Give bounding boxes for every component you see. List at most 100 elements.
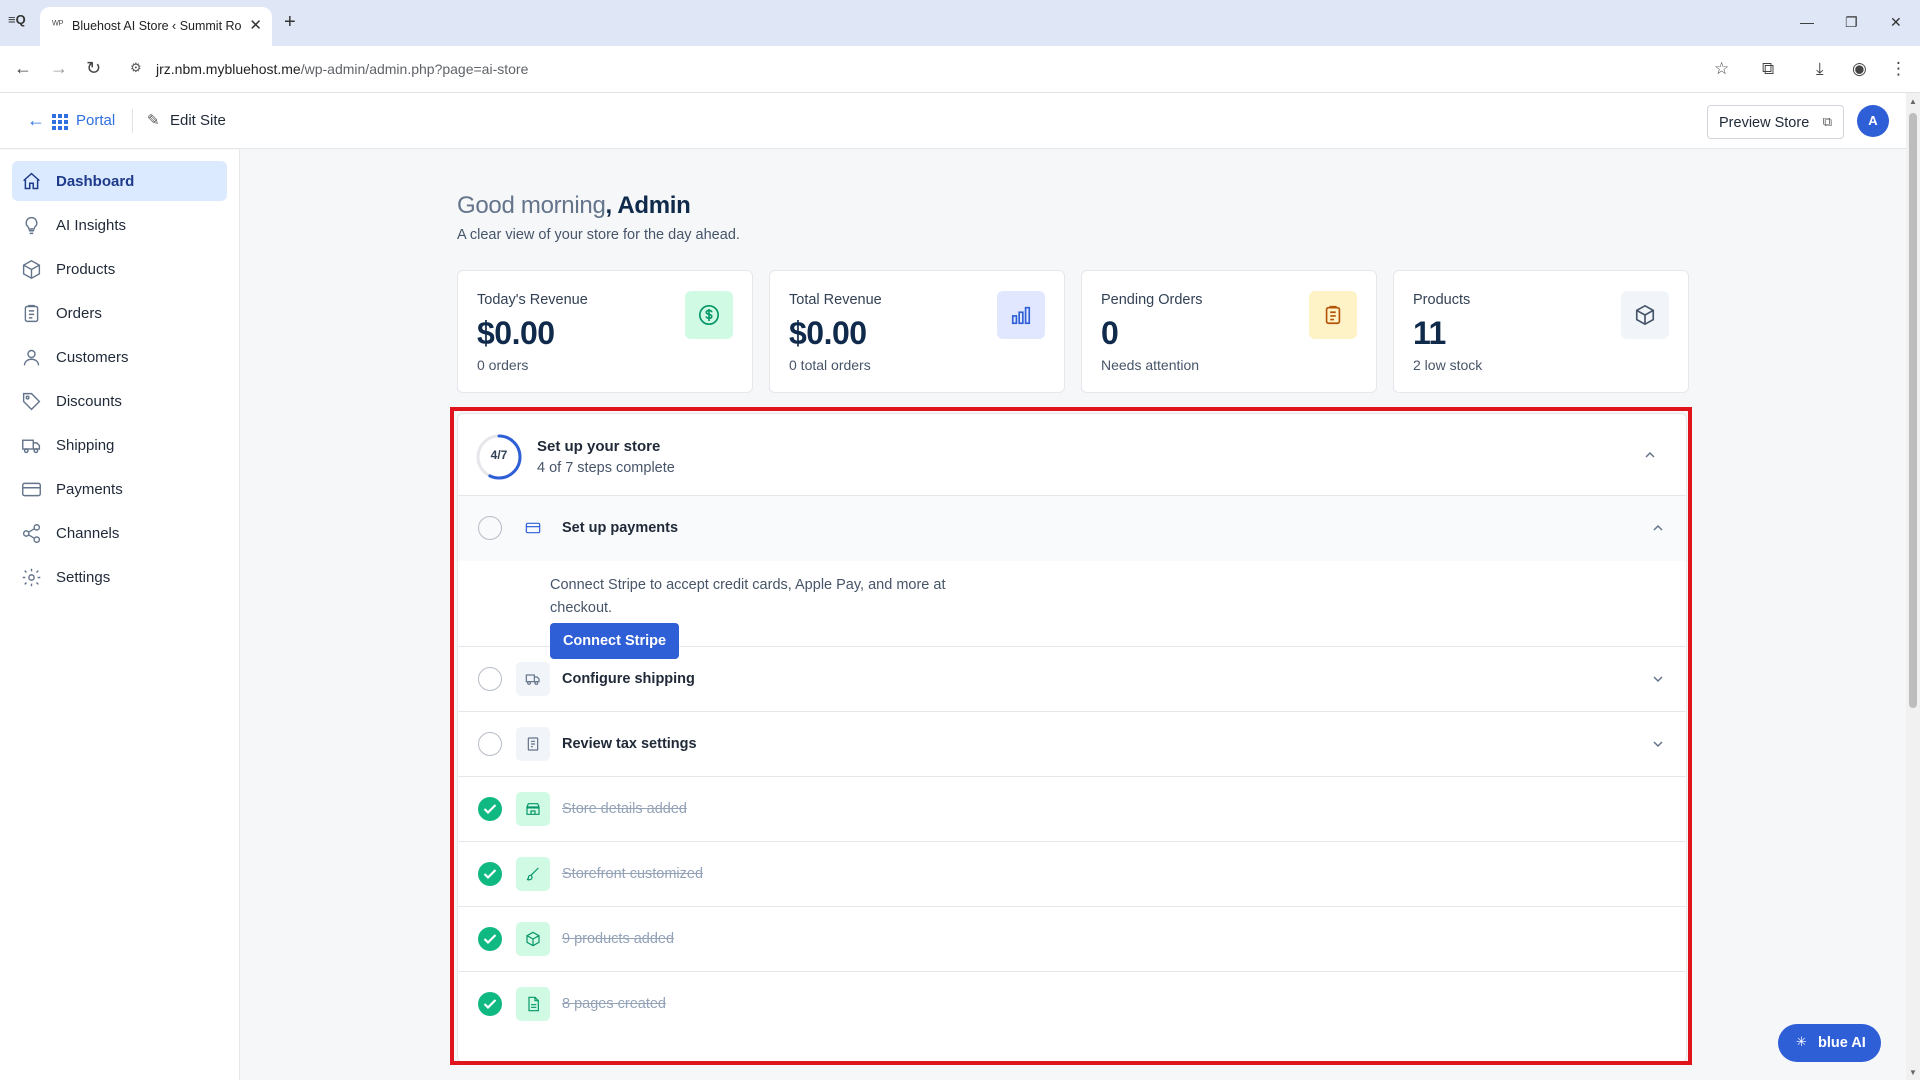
restore-icon[interactable]: ❐: [1845, 14, 1858, 31]
stat-label: Total Revenue: [789, 292, 882, 308]
user-icon: [23, 349, 40, 366]
scroll-thumb[interactable]: [1909, 113, 1917, 708]
sidebar-item-products[interactable]: Products: [12, 249, 227, 289]
box-icon: [1621, 291, 1669, 339]
new-tab-icon[interactable]: +: [284, 12, 296, 32]
browser-tab[interactable]: ᵂᴾ Bluehost AI Store ‹ Summit Road ✕: [40, 7, 272, 46]
sidebar-item-label: Customers: [56, 349, 129, 366]
sidebar-item-label: Discounts: [56, 393, 122, 410]
sidebar-item-orders[interactable]: Orders: [12, 293, 227, 333]
scroll-down-icon[interactable]: ▼: [1909, 1068, 1917, 1077]
blue-ai-button[interactable]: ✳ blue AI: [1778, 1024, 1881, 1062]
url-field[interactable]: jrz.nbm.mybluehost.me/wp-admin/admin.php…: [156, 61, 528, 77]
pencil-icon: ✎: [147, 112, 160, 129]
document-icon: [516, 987, 550, 1021]
sidebar-item-ai-insights[interactable]: AI Insights: [12, 205, 227, 245]
reload-icon[interactable]: ↻: [86, 58, 101, 78]
sidebar-item-channels[interactable]: Channels: [12, 513, 227, 553]
stat-card-todays-revenue: Today's Revenue $0.00 0 orders: [457, 270, 753, 393]
chevron-down-icon[interactable]: [1650, 671, 1666, 687]
check-icon[interactable]: [478, 797, 502, 821]
step-set-up-payments[interactable]: Set up payments: [458, 496, 1686, 561]
tab-search-icon[interactable]: ≡Q: [8, 12, 32, 34]
sidebar-item-payments[interactable]: Payments: [12, 469, 227, 509]
stat-sub: 0 total orders: [789, 357, 871, 373]
tab-close-icon[interactable]: ✕: [249, 16, 262, 34]
edit-site-link[interactable]: Edit Site: [170, 112, 226, 129]
bookmark-star-icon[interactable]: ☆: [1714, 59, 1729, 79]
check-icon[interactable]: [478, 927, 502, 951]
stat-label: Today's Revenue: [477, 292, 588, 308]
step-storefront-customized[interactable]: Storefront customized: [458, 842, 1686, 907]
header-divider: [132, 109, 133, 133]
forward-icon[interactable]: →: [50, 58, 68, 78]
stat-label: Products: [1413, 292, 1471, 308]
step-description: Connect Stripe to accept credit cards, A…: [550, 577, 946, 616]
admin-header: ← Portal ✎ Edit Site Preview Store ⧉ A: [0, 93, 1920, 149]
sidebar-item-dashboard[interactable]: Dashboard: [12, 161, 227, 201]
step-label: Set up payments: [562, 520, 679, 536]
sidebar-item-discounts[interactable]: Discounts: [12, 381, 227, 421]
preview-store-button[interactable]: Preview Store ⧉: [1707, 105, 1844, 139]
minimize-icon[interactable]: —: [1800, 14, 1814, 30]
sidebar-item-customers[interactable]: Customers: [12, 337, 227, 377]
progress-count: 4/7: [490, 448, 508, 462]
step-status-circle[interactable]: [478, 516, 502, 540]
check-icon[interactable]: [478, 862, 502, 886]
url-path: /wp-admin/admin.php?page=ai-store: [300, 61, 529, 77]
window-close-icon[interactable]: ✕: [1890, 14, 1902, 31]
stat-sub: Needs attention: [1101, 357, 1200, 373]
step-store-details-added[interactable]: Store details added: [458, 777, 1686, 842]
avatar[interactable]: A: [1857, 105, 1889, 137]
step-pages-created[interactable]: 8 pages created: [458, 972, 1686, 1037]
step-label: Storefront customized: [562, 866, 704, 882]
profile-icon[interactable]: ◉: [1852, 59, 1867, 79]
step-review-tax-settings[interactable]: Review tax settings: [458, 712, 1686, 777]
portal-grid-icon[interactable]: [52, 114, 68, 130]
step-status-circle[interactable]: [478, 732, 502, 756]
chevron-up-icon[interactable]: [1650, 520, 1666, 536]
stat-value: 0: [1101, 315, 1119, 351]
store-icon: [516, 792, 550, 826]
stat-card-total-revenue: Total Revenue $0.00 0 total orders: [769, 270, 1065, 393]
step-products-added[interactable]: 9 products added: [458, 907, 1686, 972]
chevron-up-icon[interactable]: [1642, 447, 1658, 463]
portal-link[interactable]: Portal: [76, 112, 115, 129]
tag-icon: [22, 392, 41, 411]
page-scrollbar[interactable]: ▲ ▼: [1906, 93, 1920, 1080]
setup-header[interactable]: 4/7 Set up your store 4 of 7 steps compl…: [458, 414, 1686, 496]
sidebar-item-shipping[interactable]: Shipping: [12, 425, 227, 465]
sidebar: Dashboard AI Insights Products Orders Cu…: [0, 150, 240, 1080]
bar-chart-icon: [997, 291, 1045, 339]
sparkle-icon: ✳: [1796, 1034, 1807, 1049]
step-status-circle[interactable]: [478, 667, 502, 691]
credit-card-icon: [516, 511, 550, 545]
sidebar-item-label: Orders: [56, 305, 102, 322]
extensions-icon[interactable]: ⧉: [1762, 59, 1774, 79]
box-icon: [516, 922, 550, 956]
brush-icon: [516, 857, 550, 891]
setup-checklist: 4/7 Set up your store 4 of 7 steps compl…: [457, 413, 1687, 1063]
scroll-up-icon[interactable]: ▲: [1909, 97, 1917, 106]
step-configure-shipping[interactable]: Configure shipping: [458, 647, 1686, 712]
stat-value: $0.00: [477, 315, 555, 351]
download-icon[interactable]: ⤓: [1816, 59, 1824, 79]
stat-label: Pending Orders: [1101, 292, 1203, 308]
browser-menu-icon[interactable]: ⋮: [1890, 59, 1907, 79]
address-bar: ← → ↻ ⚙ jrz.nbm.mybluehost.me/wp-admin/a…: [0, 46, 1920, 93]
receipt-icon: [516, 727, 550, 761]
greeting-text: Good morning: [457, 192, 606, 219]
site-info-icon[interactable]: ⚙: [130, 60, 142, 76]
sidebar-item-settings[interactable]: Settings: [12, 557, 227, 597]
clipboard-icon: [1309, 291, 1357, 339]
home-icon: [23, 172, 40, 190]
check-icon[interactable]: [478, 992, 502, 1016]
chevron-down-icon[interactable]: [1650, 736, 1666, 752]
back-arrow-icon[interactable]: ←: [27, 111, 45, 129]
setup-subtitle: 4 of 7 steps complete: [537, 460, 675, 476]
truck-icon: [516, 662, 550, 696]
blue-ai-label: blue AI: [1818, 1035, 1866, 1051]
sidebar-item-label: Shipping: [56, 437, 115, 454]
credit-card-icon: [22, 482, 41, 497]
back-icon[interactable]: ←: [14, 58, 32, 78]
